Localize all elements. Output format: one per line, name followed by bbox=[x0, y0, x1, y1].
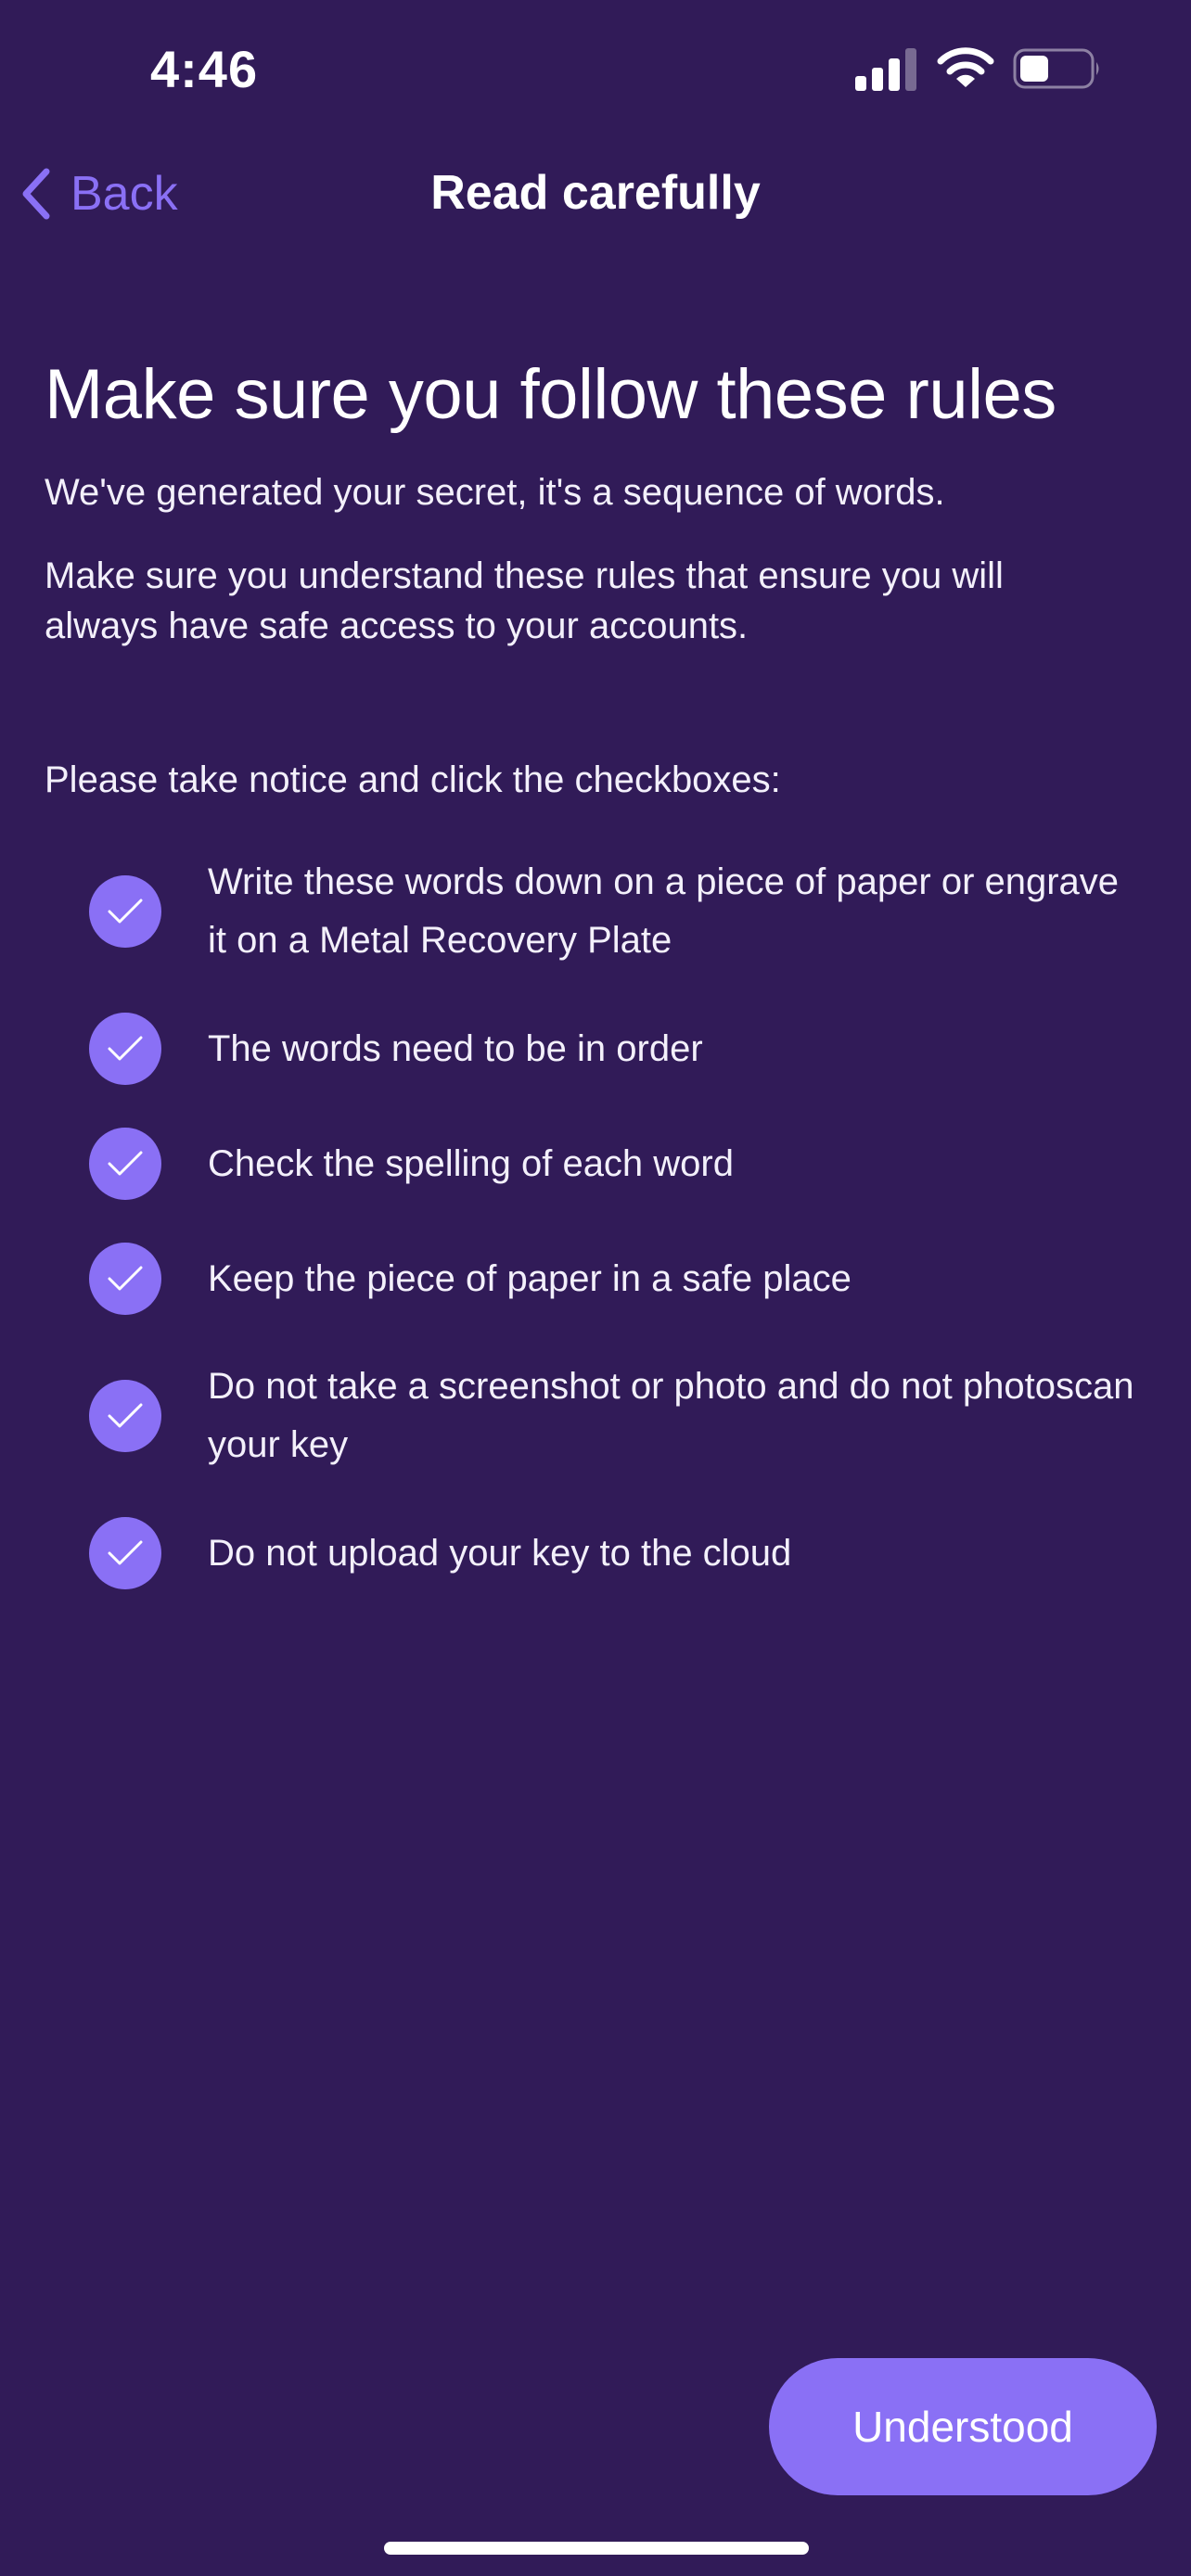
rule-checkbox-item[interactable]: Check the spelling of each word bbox=[89, 1128, 1146, 1200]
checkmark-icon bbox=[89, 875, 161, 948]
status-time: 4:46 bbox=[150, 40, 259, 98]
battery-icon bbox=[1013, 48, 1099, 89]
nav-bar: Back Read carefully bbox=[0, 148, 1191, 237]
checkmark-icon bbox=[89, 1013, 161, 1085]
checkmark-icon bbox=[89, 1128, 161, 1200]
checkmark-icon bbox=[89, 1517, 161, 1589]
nav-title: Read carefully bbox=[430, 166, 761, 220]
rule-checkbox-item[interactable]: Do not take a screenshot or photo and do… bbox=[89, 1358, 1146, 1474]
rule-text: The words need to be in order bbox=[208, 1027, 703, 1069]
rules-explanation-paragraph: Make sure you understand these rules tha… bbox=[45, 555, 1004, 646]
rule-text: Check the spelling of each word bbox=[208, 1142, 734, 1184]
status-bar: 4:46 bbox=[0, 0, 1191, 139]
wifi-icon bbox=[937, 47, 994, 87]
understood-button[interactable]: Understood bbox=[769, 2358, 1157, 2495]
checkmark-icon bbox=[89, 1243, 161, 1315]
cellular-signal-icon bbox=[855, 48, 916, 91]
rule-checkbox-item[interactable]: The words need to be in order bbox=[89, 1013, 1146, 1085]
checkmark-icon bbox=[89, 1380, 161, 1452]
rule-checkbox-item[interactable]: Keep the piece of paper in a safe place bbox=[89, 1243, 1146, 1315]
home-indicator bbox=[384, 2542, 809, 2555]
rule-checkbox-item[interactable]: Write these words down on a piece of pap… bbox=[89, 853, 1146, 970]
rule-text: Do not take a screenshot or photo and do… bbox=[208, 1366, 1134, 1465]
intro-paragraph: We've generated your secret, it's a sequ… bbox=[45, 472, 945, 513]
rules-content: Make sure you follow these rules We've g… bbox=[45, 352, 1146, 1589]
page-title: Make sure you follow these rules bbox=[45, 355, 1057, 434]
checkbox-instruction: Please take notice and click the checkbo… bbox=[45, 759, 781, 800]
rule-text: Keep the piece of paper in a safe place bbox=[208, 1257, 852, 1299]
rule-checkbox-item[interactable]: Do not upload your key to the cloud bbox=[89, 1517, 1146, 1589]
rule-text: Do not upload your key to the cloud bbox=[208, 1532, 792, 1574]
rule-text: Write these words down on a piece of pap… bbox=[208, 861, 1120, 961]
rules-checklist: Write these words down on a piece of pap… bbox=[45, 853, 1146, 1589]
